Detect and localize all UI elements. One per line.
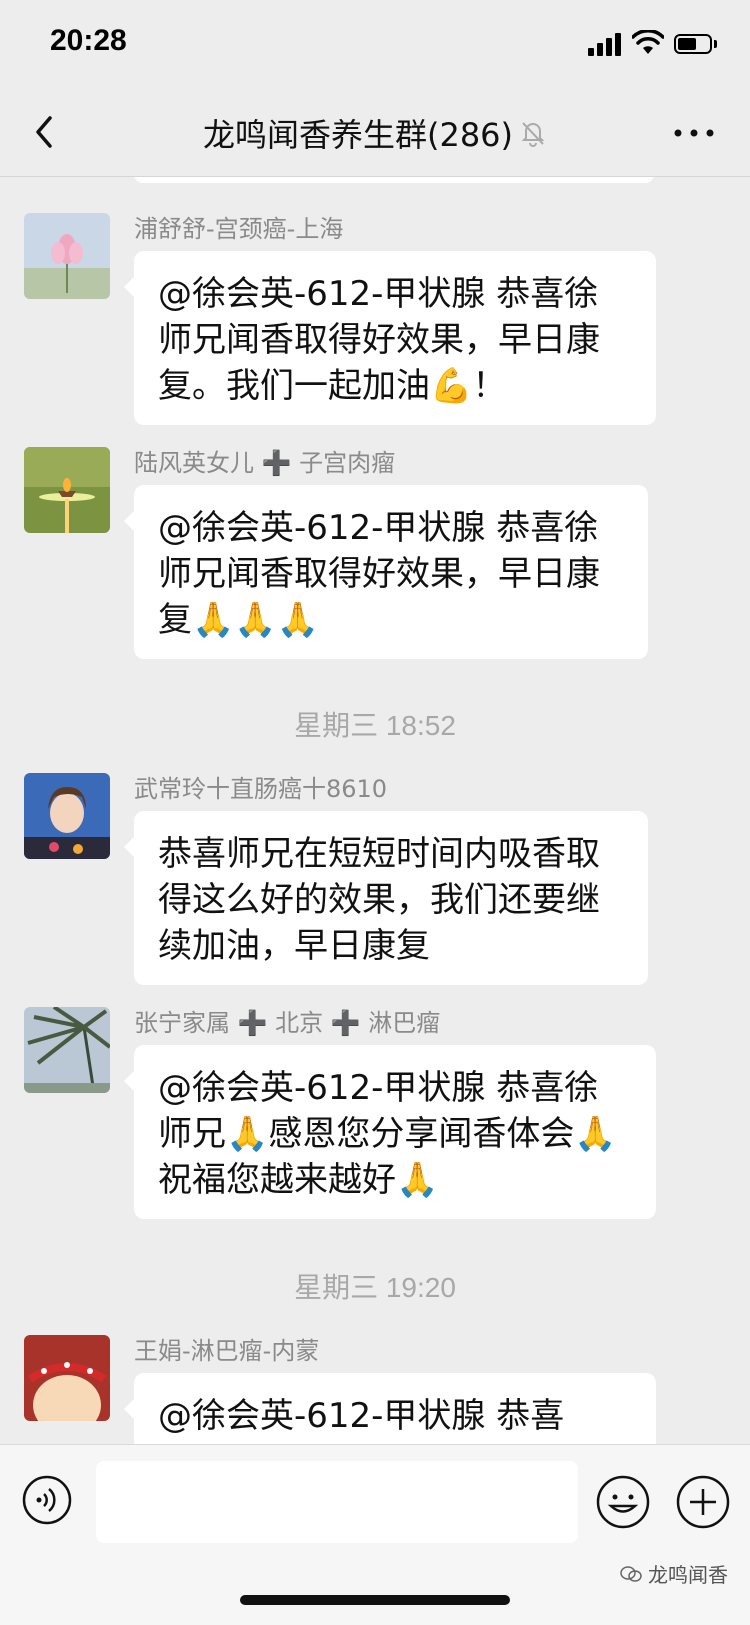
input-bar: 龙鸣闻香 [0,1444,750,1625]
message-bubble[interactable]: @徐会英-612-甲状腺 恭喜徐师兄闻香取得好效果，早日康复🙏🙏🙏 [124,485,648,659]
voice-input-icon[interactable] [22,1475,72,1525]
status-bar: 20:28 [0,0,750,90]
timestamp: 星期三 19:20 [294,1272,456,1303]
wechat-logo-icon [620,1565,642,1582]
watermark-text: 龙鸣闻香 [648,1563,728,1587]
chat-title-container: 龙鸣闻香养生群(286) [0,110,750,156]
more-options-icon[interactable] [672,118,716,148]
sender-name: 王娟-淋巴瘤-内蒙 [134,1337,320,1365]
sender-name: 浦舒舒-宫颈癌-上海 [134,215,344,243]
avatar[interactable] [24,447,110,533]
message-list[interactable]: 浦舒舒-宫颈癌-上海 @徐会英-612-甲状腺 恭喜徐师兄闻香取得好效果，早日康… [0,177,750,1444]
message-bubble[interactable]: @徐会英-612-甲状腺 恭喜徐师兄闻香取得好效果，早日康复。我们一起加油💪！ [124,251,656,425]
avatar[interactable] [24,1007,110,1093]
message-text: @徐会英-612-甲状腺 恭喜徐师兄闻香取得好效果，早日康复🙏🙏🙏 [158,508,600,640]
message-text: @徐会英-612-甲状腺 恭喜徐师兄闻香取得好效果，早日康复。我们一起加油💪！ [158,274,600,406]
message-text: 恭喜师兄在短短时间内吸香取得这么好的效果，我们还要继续加油，早日康复 [158,834,600,966]
timestamp: 星期三 18:52 [294,710,456,741]
sender-name: 武常玲十直肠癌十8610 [134,775,388,803]
message-bubble[interactable]: 恭喜师兄在短短时间内吸香取得这么好的效果，我们还要继续加油，早日康复 [124,811,648,985]
muted-bell-icon [521,122,545,147]
previous-message-bubble [134,177,654,183]
sender-name: 张宁家属 ➕ 北京 ➕ 淋巴瘤 [134,1009,441,1037]
emoji-icon[interactable] [596,1475,650,1529]
message-bubble[interactable]: @徐会英-612-甲状腺 恭喜 [124,1373,656,1444]
avatar[interactable] [24,1335,110,1421]
group-title: 龙鸣闻香养生群(286) [202,116,514,154]
message-bubble[interactable]: @徐会英-612-甲状腺 恭喜徐师兄🙏感恩您分享闻香体会🙏祝福您越来越好🙏 [124,1045,656,1219]
wifi-icon [632,30,664,54]
avatar[interactable] [24,773,110,859]
more-actions-plus-icon[interactable] [676,1475,730,1529]
watermark: 龙鸣闻香 [620,1559,728,1588]
battery-icon [674,34,718,56]
sender-name: 陆风英女儿 ➕ 子宫肉瘤 [134,449,396,477]
message-text: @徐会英-612-甲状腺 恭喜徐师兄🙏感恩您分享闻香体会🙏祝福您越来越好🙏 [158,1068,617,1200]
cellular-signal-icon [588,32,624,56]
chat-header: 龙鸣闻香养生群(286) [0,90,750,177]
message-input[interactable] [96,1461,578,1543]
message-text: @徐会英-612-甲状腺 恭喜 [158,1396,565,1436]
home-indicator [240,1595,510,1605]
avatar[interactable] [24,213,110,299]
status-time: 20:28 [50,24,127,57]
